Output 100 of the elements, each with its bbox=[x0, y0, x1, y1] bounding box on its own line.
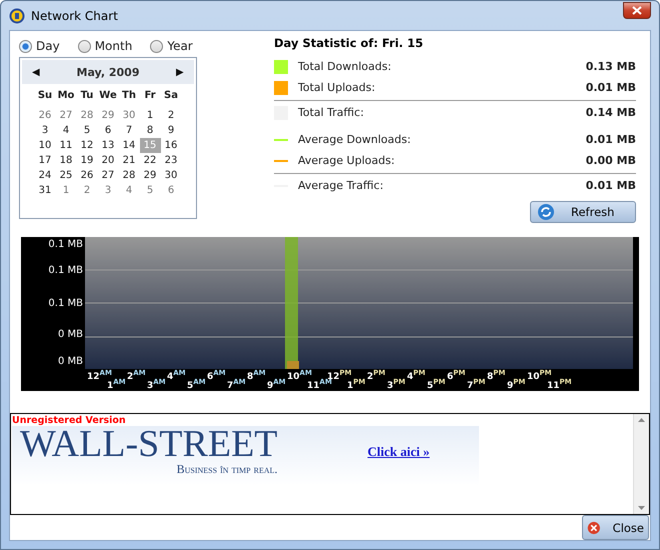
statistic-value: 0.14 MB bbox=[586, 106, 636, 119]
scroll-up-icon[interactable] bbox=[638, 418, 645, 422]
calendar-day[interactable]: 28 bbox=[118, 168, 140, 183]
x-axis-label: 8$^{PM}$ bbox=[487, 369, 506, 382]
statistic-label: Total Traffic: bbox=[298, 106, 365, 119]
previous-month-button[interactable]: ◀ bbox=[32, 66, 40, 78]
calendar-day[interactable]: 20 bbox=[98, 153, 118, 168]
weekday-label: Th bbox=[121, 90, 137, 103]
window-title: Network Chart bbox=[31, 8, 118, 22]
scroll-down-icon[interactable] bbox=[638, 506, 645, 510]
radio-label: Year bbox=[167, 39, 193, 53]
statistic-label: Average Uploads: bbox=[298, 154, 396, 167]
calendar-day[interactable]: 30 bbox=[118, 108, 140, 123]
x-axis-label: 2$^{AM}$ bbox=[127, 369, 146, 382]
calendar-day[interactable]: 27 bbox=[56, 108, 76, 123]
scrollbar[interactable] bbox=[633, 414, 649, 514]
close-button[interactable]: Close bbox=[582, 515, 649, 540]
statistic-value: 0.00 MB bbox=[586, 154, 636, 167]
calendar-day[interactable]: 10 bbox=[34, 138, 56, 153]
refresh-button[interactable]: Refresh bbox=[530, 201, 636, 223]
x-axis-label: 9$^{PM}$ bbox=[507, 378, 526, 391]
x-axis-label: 1$^{PM}$ bbox=[347, 378, 366, 391]
y-axis-label: 0.1 MB bbox=[48, 239, 83, 250]
x-axis-label: 5$^{AM}$ bbox=[187, 378, 206, 391]
calendar-day[interactable]: 3 bbox=[34, 123, 56, 138]
weekday-label: Mo bbox=[56, 90, 76, 103]
calendar-day[interactable]: 27 bbox=[98, 168, 118, 183]
window-close-button[interactable] bbox=[623, 2, 651, 19]
calendar-day[interactable]: 26 bbox=[34, 108, 56, 123]
ad-link[interactable]: Click aici » bbox=[368, 444, 430, 460]
weekday-label: Tu bbox=[80, 90, 94, 103]
radio-indicator[interactable] bbox=[19, 40, 32, 52]
calendar-day[interactable]: 2 bbox=[160, 108, 182, 123]
calendar-day[interactable]: 22 bbox=[140, 153, 160, 168]
x-axis-label: 7$^{PM}$ bbox=[467, 378, 486, 391]
calendar-day[interactable]: 30 bbox=[160, 168, 182, 183]
calendar-day[interactable]: 6 bbox=[98, 123, 118, 138]
x-axis-label: 3$^{AM}$ bbox=[147, 378, 166, 391]
y-axis-label: 0 MB bbox=[58, 356, 83, 367]
statistic-value: 0.01 MB bbox=[586, 133, 636, 146]
calendar-day[interactable]: 19 bbox=[76, 153, 98, 168]
calendar-day[interactable]: 8 bbox=[140, 123, 160, 138]
calendar-day[interactable]: 5 bbox=[140, 183, 160, 198]
statistic-value: 0.01 MB bbox=[586, 179, 636, 192]
calendar-day[interactable]: 29 bbox=[140, 168, 160, 183]
calendar-day[interactable]: 17 bbox=[34, 153, 56, 168]
month-title: May, 2009 bbox=[76, 66, 140, 78]
radio-label: Day bbox=[36, 39, 60, 53]
calendar-day[interactable]: 11 bbox=[56, 138, 76, 153]
unregistered-notice: Unregistered Version bbox=[12, 415, 127, 426]
calendar-day[interactable]: 31 bbox=[34, 183, 56, 198]
calendar-day[interactable]: 1 bbox=[140, 108, 160, 123]
y-axis-label: 0.1 MB bbox=[48, 298, 83, 309]
next-month-button[interactable]: ▶ bbox=[176, 66, 184, 78]
weekday-label: Fr bbox=[143, 90, 157, 103]
period-radio[interactable]: Year bbox=[150, 39, 193, 53]
radio-indicator[interactable] bbox=[150, 40, 164, 52]
ad-headline: WALL-STREET bbox=[20, 426, 278, 462]
period-radio[interactable]: Month bbox=[78, 39, 132, 53]
calendar-day[interactable]: 29 bbox=[98, 108, 118, 123]
calendar-day[interactable]: 1 bbox=[56, 183, 76, 198]
calendar-day[interactable]: 28 bbox=[76, 108, 98, 123]
statistic-value: 0.01 MB bbox=[586, 81, 636, 94]
calendar-day[interactable]: 6 bbox=[160, 183, 182, 198]
y-axis-label: 0 MB bbox=[58, 329, 83, 340]
x-axis-label: 7$^{AM}$ bbox=[227, 378, 246, 391]
x-axis-label: 6$^{AM}$ bbox=[207, 369, 226, 382]
y-axis-label: 0.1 MB bbox=[48, 265, 83, 276]
calendar-day[interactable]: 25 bbox=[56, 168, 76, 183]
calendar-day[interactable]: 12 bbox=[76, 138, 98, 153]
statistic-label: Average Downloads: bbox=[298, 133, 412, 146]
calendar-day[interactable]: 26 bbox=[76, 168, 98, 183]
statistic-label: Total Uploads: bbox=[298, 81, 376, 94]
calendar-day[interactable]: 2 bbox=[76, 183, 98, 198]
calendar-day[interactable]: 13 bbox=[98, 138, 118, 153]
calendar-day[interactable]: 3 bbox=[98, 183, 118, 198]
calendar-day[interactable]: 7 bbox=[118, 123, 140, 138]
calendar-day[interactable]: 21 bbox=[118, 153, 140, 168]
calendar-day[interactable]: 14 bbox=[118, 138, 140, 153]
calendar-day[interactable]: 23 bbox=[160, 153, 182, 168]
calendar-day[interactable]: 9 bbox=[160, 123, 182, 138]
radio-indicator[interactable] bbox=[78, 40, 91, 52]
x-axis-label: 3$^{PM}$ bbox=[387, 378, 406, 391]
calendar-day[interactable]: 4 bbox=[118, 183, 140, 198]
x-axis-label: 9$^{AM}$ bbox=[267, 378, 286, 391]
statistic-label: Average Traffic: bbox=[298, 179, 384, 192]
statistic-value: 0.13 MB bbox=[586, 60, 636, 73]
ad-tagline: Business în timp real. bbox=[176, 462, 278, 477]
x-axis-label: 6$^{PM}$ bbox=[447, 369, 466, 382]
weekday-label: Su bbox=[36, 90, 54, 103]
calendar-day[interactable]: 4 bbox=[56, 123, 76, 138]
refresh-icon bbox=[537, 203, 555, 221]
calendar-day[interactable]: 24 bbox=[34, 168, 56, 183]
calendar-day[interactable]: 18 bbox=[56, 153, 76, 168]
x-axis-label: 5$^{PM}$ bbox=[427, 378, 446, 391]
weekday-label: Sa bbox=[163, 90, 179, 103]
calendar-day[interactable]: 5 bbox=[76, 123, 98, 138]
calendar-day[interactable]: 16 bbox=[160, 138, 182, 153]
radio-label: Month bbox=[94, 39, 132, 53]
period-radio[interactable]: Day bbox=[19, 39, 60, 53]
